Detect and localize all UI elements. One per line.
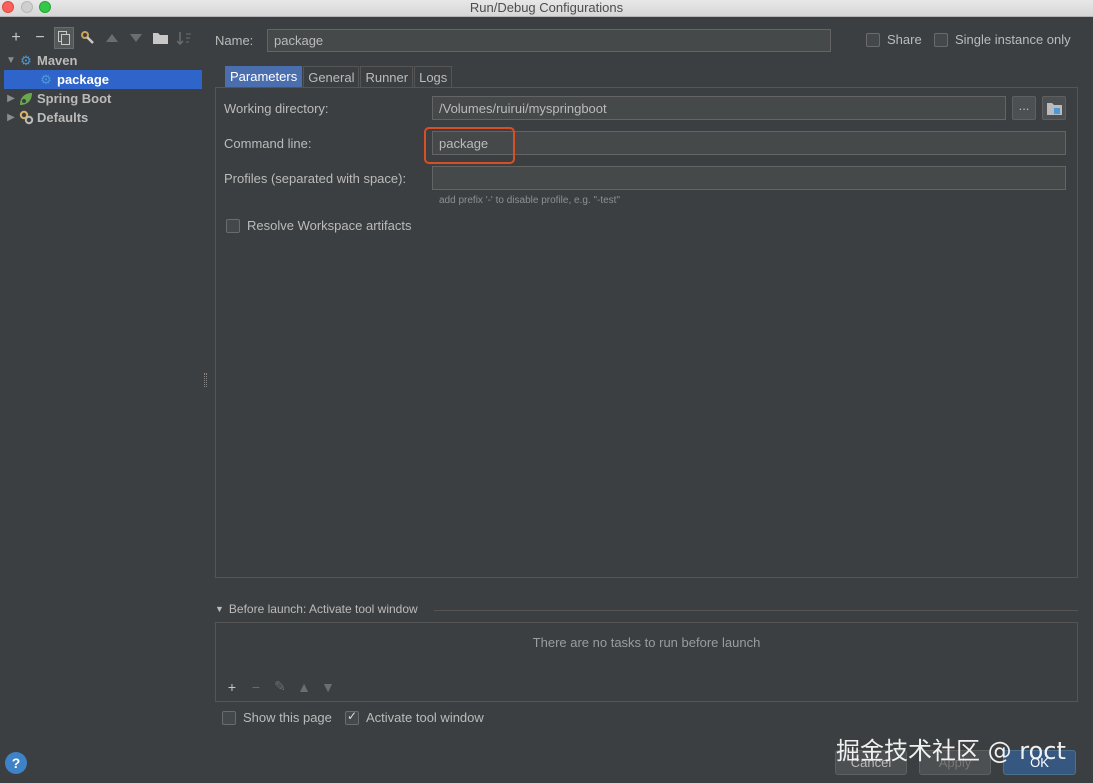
move-task-up-icon[interactable]: ▲ <box>292 679 316 695</box>
expanded-arrow-icon[interactable]: ▼ <box>215 604 224 614</box>
tree-item-defaults[interactable]: ▶ Defaults <box>4 108 202 127</box>
move-up-icon[interactable] <box>100 26 124 50</box>
share-checkbox[interactable] <box>866 32 880 47</box>
name-input[interactable]: package <box>267 29 831 52</box>
before-launch-title: Before launch: Activate tool window <box>228 602 418 616</box>
gear-icon: ⚙ <box>20 53 32 68</box>
tree-item-label: Spring Boot <box>37 91 112 106</box>
edit-task-icon[interactable]: ✎ <box>268 678 292 695</box>
remove-task-icon[interactable]: − <box>244 679 268 695</box>
profiles-input[interactable] <box>432 166 1066 190</box>
splitter-handle[interactable] <box>204 373 207 387</box>
resolve-workspace-checkbox[interactable] <box>226 218 240 233</box>
profiles-hint: add prefix '-' to disable profile, e.g. … <box>439 195 621 206</box>
before-launch-empty-text: There are no tasks to run before launch <box>532 635 761 650</box>
resolve-workspace-label: Resolve Workspace artifacts <box>247 218 412 233</box>
add-task-icon[interactable]: + <box>220 679 244 695</box>
working-directory-input[interactable]: /Volumes/ruirui/myspringboot <box>432 96 1006 120</box>
show-this-page-label: Show this page <box>243 710 332 725</box>
sidebar-toolbar: + − <box>4 25 196 51</box>
gears-icon <box>18 110 34 126</box>
command-line-input[interactable]: package <box>432 131 1066 155</box>
config-tree: ▼ ⚙ Maven ⚙ package ▶ Spring Boot ▶ Defa… <box>4 51 202 127</box>
tree-item-spring-boot[interactable]: ▶ Spring Boot <box>4 89 202 108</box>
tree-item-label: package <box>57 72 110 87</box>
copy-icon[interactable] <box>54 27 74 49</box>
name-label: Name: <box>215 33 254 48</box>
tab-logs[interactable]: Logs <box>414 66 453 88</box>
single-instance-option[interactable]: Single instance only <box>934 32 1071 47</box>
single-instance-label: Single instance only <box>955 32 1071 47</box>
tab-bar: Parameters General Runner Logs <box>225 66 453 88</box>
tree-item-maven[interactable]: ▼ ⚙ Maven <box>4 51 202 70</box>
move-down-icon[interactable] <box>124 26 148 50</box>
single-instance-checkbox[interactable] <box>934 32 948 47</box>
wrench-icon[interactable] <box>76 26 100 50</box>
module-folder-icon <box>1046 102 1062 115</box>
watermark: 掘金技术社区 @ roct <box>836 737 1066 765</box>
divider <box>434 610 1078 611</box>
resolve-workspace-option[interactable]: Resolve Workspace artifacts <box>226 218 412 233</box>
show-this-page-option[interactable]: Show this page <box>222 710 332 725</box>
tree-item-label: Defaults <box>37 110 89 125</box>
module-folder-button[interactable] <box>1042 96 1066 120</box>
help-button[interactable]: ? <box>5 752 27 774</box>
remove-icon[interactable]: − <box>28 26 52 50</box>
add-icon[interactable]: + <box>4 26 28 50</box>
before-launch-list <box>215 622 1078 702</box>
annotation-highlight-box <box>424 127 515 164</box>
tab-runner[interactable]: Runner <box>360 66 414 88</box>
share-option[interactable]: Share <box>866 32 922 47</box>
before-launch-toolbar: + − ✎ ▲ ▼ <box>220 678 340 695</box>
tree-item-package[interactable]: ⚙ package <box>4 70 202 89</box>
activate-tool-window-option[interactable]: Activate tool window <box>345 709 484 725</box>
parameters-panel <box>215 87 1078 578</box>
move-task-down-icon[interactable]: ▼ <box>316 679 340 695</box>
collapsed-arrow-icon[interactable]: ▶ <box>4 89 18 108</box>
title-bar: Run/Debug Configurations <box>0 0 1093 17</box>
working-directory-label: Working directory: <box>224 101 329 116</box>
spring-leaf-icon <box>18 91 34 107</box>
tab-parameters[interactable]: Parameters <box>225 66 303 87</box>
activate-tool-window-label: Activate tool window <box>366 710 484 725</box>
tab-general[interactable]: General <box>303 66 360 88</box>
command-line-label: Command line: <box>224 136 312 151</box>
expanded-arrow-icon[interactable]: ▼ <box>4 51 18 70</box>
window-title: Run/Debug Configurations <box>469 0 624 15</box>
folder-icon[interactable] <box>148 26 172 50</box>
before-launch-header[interactable]: ▼ Before launch: Activate tool window <box>215 602 418 616</box>
share-label: Share <box>887 32 922 47</box>
sort-icon[interactable] <box>172 26 196 50</box>
profiles-label: Profiles (separated with space): <box>224 171 407 186</box>
browse-button[interactable]: ... <box>1012 96 1036 120</box>
activate-tool-window-checkbox[interactable] <box>345 709 359 725</box>
gear-icon: ⚙ <box>40 72 52 87</box>
sidebar: + − ▼ ⚙ Maven ⚙ package ▶ Spring Boot ▶ … <box>0 17 206 783</box>
tree-item-label: Maven <box>37 53 78 68</box>
show-this-page-checkbox[interactable] <box>222 710 236 725</box>
collapsed-arrow-icon[interactable]: ▶ <box>4 108 18 127</box>
